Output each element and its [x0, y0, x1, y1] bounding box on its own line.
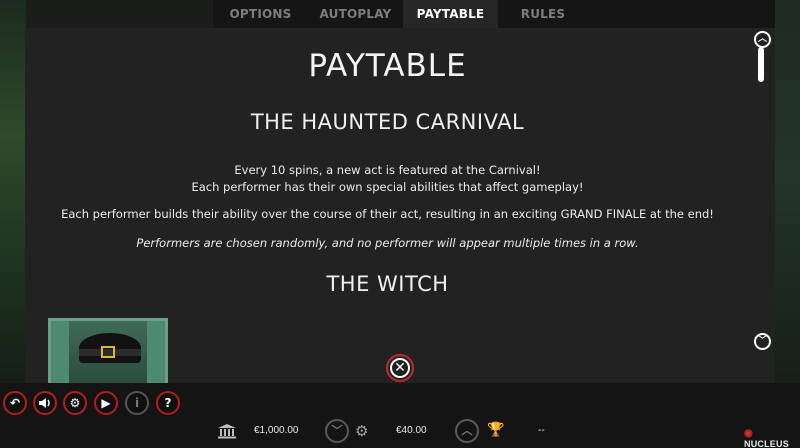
- tab-options[interactable]: OPTIONS: [213, 0, 308, 28]
- tab-rules[interactable]: RULES: [498, 0, 588, 28]
- bet-increase-button[interactable]: ︿: [455, 419, 479, 443]
- scrollbar[interactable]: ︿ ﹀: [752, 28, 775, 383]
- question-icon: ?: [164, 396, 172, 410]
- info-icon: i: [134, 396, 140, 410]
- bottom-bar: [0, 383, 800, 448]
- chevron-up-icon[interactable]: ︿: [754, 31, 771, 48]
- close-button[interactable]: ✕: [386, 354, 414, 382]
- bank-icon: [218, 424, 236, 439]
- trophy-icon: 🏆: [487, 422, 505, 438]
- carnival-intro-line-2: Each performer has their own special abi…: [191, 180, 584, 194]
- hat-buckle: [101, 346, 115, 358]
- play-button[interactable]: ▶: [94, 391, 118, 415]
- section-heading-witch: THE WITCH: [326, 272, 449, 296]
- win-value: --: [538, 425, 545, 436]
- page-title: PAYTABLE: [308, 48, 467, 84]
- tab-autoplay[interactable]: AUTOPLAY: [308, 0, 403, 28]
- carnival-intro-line-1: Every 10 spins, a new act is featured at…: [234, 163, 541, 177]
- nucleus-logo: ◉ NUCLEUS: [744, 428, 800, 448]
- chevron-down-icon[interactable]: ﹀: [754, 333, 771, 350]
- brand-name: NUCLEUS: [744, 439, 789, 448]
- carnival-intro-text: Every 10 spins, a new act is featured at…: [25, 162, 750, 196]
- curtain-left: [51, 321, 69, 383]
- gear-icon: ⚙: [69, 396, 81, 410]
- paytable-panel: PAYTABLE THE HAUNTED CARNIVAL Every 10 s…: [25, 28, 775, 383]
- grand-finale-text: Each performer builds their ability over…: [61, 207, 714, 221]
- close-icon: ✕: [390, 358, 410, 378]
- curtain-right: [147, 321, 165, 383]
- nucleus-mark-icon: ◉: [744, 428, 753, 439]
- back-button[interactable]: ↶: [3, 391, 27, 415]
- scroll-thumb[interactable]: [758, 47, 764, 82]
- tab-paytable[interactable]: PAYTABLE: [403, 0, 498, 28]
- section-heading-carnival: THE HAUNTED CARNIVAL: [250, 110, 525, 134]
- info-button[interactable]: i: [125, 391, 149, 415]
- balance-value: €1,000.00: [254, 425, 299, 436]
- bet-decrease-button[interactable]: ﹀: [325, 419, 349, 443]
- game-background-left: [0, 0, 26, 448]
- chevron-up-icon: ︿: [461, 424, 473, 437]
- random-performer-text: Performers are chosen randomly, and no p…: [136, 236, 639, 250]
- back-arrow-icon: ↶: [9, 396, 21, 410]
- speaker-icon: [35, 393, 55, 413]
- sound-button[interactable]: [33, 391, 57, 415]
- bet-settings-icon[interactable]: ⚙: [355, 423, 368, 439]
- menu-tab-bar: OPTIONS AUTOPLAY PAYTABLE RULES: [213, 0, 775, 28]
- witch-symbol-image: [48, 318, 168, 383]
- help-button[interactable]: ?: [156, 391, 180, 415]
- bet-value: €40.00: [396, 425, 427, 436]
- paytable-content[interactable]: PAYTABLE THE HAUNTED CARNIVAL Every 10 s…: [25, 28, 750, 383]
- play-icon: ▶: [101, 396, 111, 410]
- game-background-right: [774, 0, 800, 448]
- settings-button[interactable]: ⚙: [63, 391, 87, 415]
- chevron-down-icon: ﹀: [331, 424, 343, 437]
